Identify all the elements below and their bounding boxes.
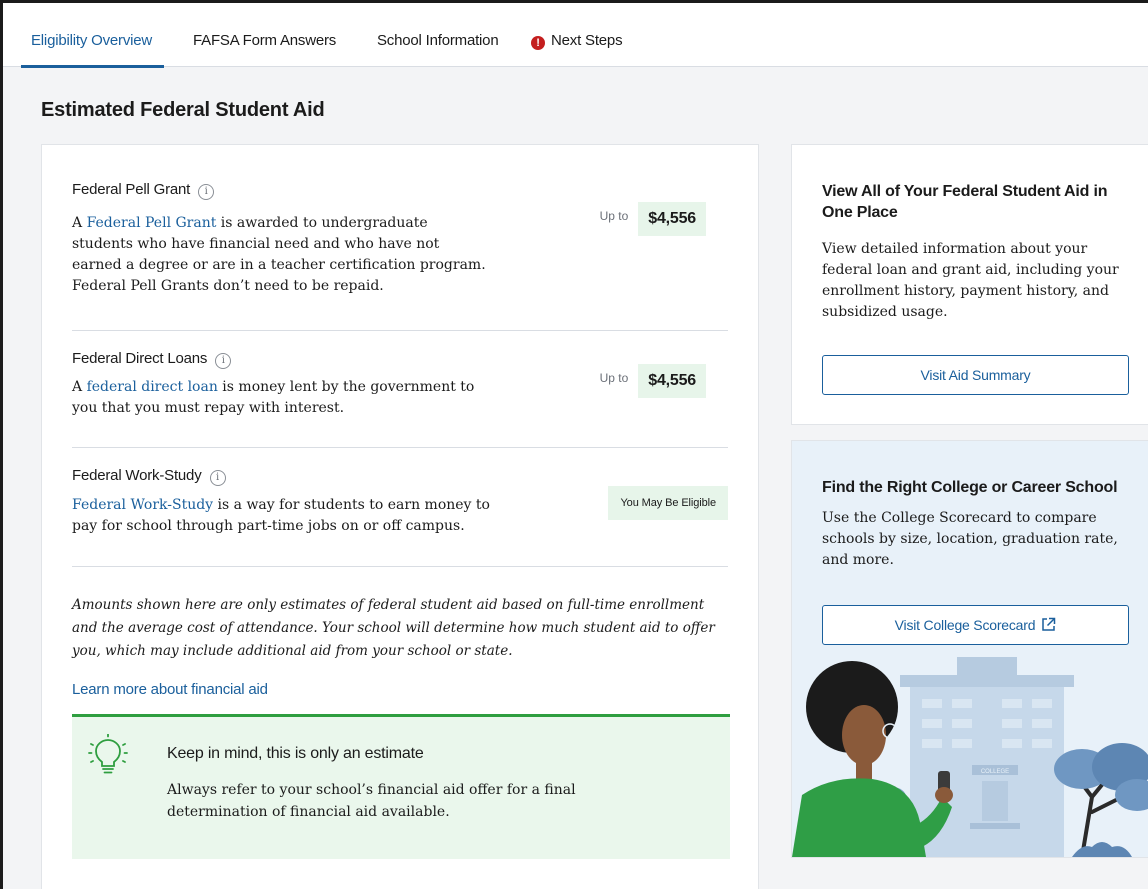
pell-grant-name: Federal Pell Grant <box>72 181 191 198</box>
pell-grant-link[interactable]: Federal Pell Grant <box>87 215 217 231</box>
aid-estimate-card: Federal Pell Grant i A Federal Pell Grant… <box>41 144 759 889</box>
tip-text: Always refer to your school’s financial … <box>167 782 576 820</box>
work-study-link[interactable]: Federal Work-Study <box>72 497 213 513</box>
tip-title: Keep in mind, this is only an estimate <box>167 745 424 762</box>
upto-label: Up to <box>599 209 629 223</box>
amount-value: $4,556 <box>638 202 706 236</box>
work-study-section: Federal Work-Study i Federal Work-Study i… <box>72 448 728 567</box>
estimate-disclaimer: Amounts shown here are only estimates of… <box>72 597 715 659</box>
visit-college-scorecard-button[interactable]: Visit College Scorecard <box>822 605 1129 645</box>
amount-value: $4,556 <box>638 364 706 398</box>
direct-loans-section: Federal Direct Loans i A federal direct l… <box>72 331 728 448</box>
app-frame: Eligibility Overview FAFSA Form Answers … <box>0 0 1148 889</box>
pell-grant-amount: Up to $4,556 <box>600 202 706 236</box>
upto-label: Up to <box>599 371 629 385</box>
direct-loans-amount: Up to $4,556 <box>600 364 706 398</box>
tab-fafsa-form-answers[interactable]: FAFSA Form Answers <box>193 3 336 67</box>
lightbulb-icon <box>88 734 128 774</box>
direct-loan-link[interactable]: federal direct loan <box>87 379 218 395</box>
pell-grant-title: Federal Pell Grant i <box>72 181 728 200</box>
pell-grant-section: Federal Pell Grant i A Federal Pell Grant… <box>72 181 728 331</box>
student-illustration: COLLEGE <box>792 657 1148 857</box>
exclamation-circle-icon: ! <box>531 36 545 50</box>
tab-next-steps[interactable]: ! Next Steps <box>531 3 623 67</box>
tab-label: School Information <box>377 32 499 49</box>
estimate-tip-box: Keep in mind, this is only an estimate A… <box>72 714 730 859</box>
direct-loans-description: A federal direct loan is money lent by t… <box>72 377 492 419</box>
info-icon[interactable]: i <box>198 184 215 200</box>
page-title: Estimated Federal Student Aid <box>41 99 325 121</box>
work-study-name: Federal Work-Study <box>72 467 202 484</box>
button-label: Visit College Scorecard <box>894 617 1036 633</box>
college-scorecard-card: Find the Right College or Career School … <box>791 440 1148 858</box>
tab-label: FAFSA Form Answers <box>193 32 337 49</box>
desc-text: A <box>72 215 87 231</box>
learn-more-link[interactable]: Learn more about financial aid <box>72 681 268 698</box>
work-study-title: Federal Work-Study i <box>72 467 728 486</box>
tab-bar: Eligibility Overview FAFSA Form Answers … <box>3 3 1148 68</box>
tab-school-information[interactable]: School Information <box>377 3 499 67</box>
info-icon[interactable]: i <box>209 470 226 486</box>
external-link-icon <box>1042 617 1056 631</box>
tab-eligibility-overview[interactable]: Eligibility Overview <box>20 3 165 68</box>
scorecard-text: Use the College Scorecard to compare sch… <box>822 510 1118 568</box>
scorecard-title: Find the Right College or Career School <box>822 479 1118 496</box>
info-icon[interactable]: i <box>215 353 232 369</box>
aid-summary-text: View detailed information about your fed… <box>822 241 1119 320</box>
aid-summary-card: View All of Your Federal Student Aid in … <box>791 144 1148 425</box>
aid-summary-title: View All of Your Federal Student Aid in … <box>822 183 1108 221</box>
work-study-description: Federal Work-Study is a way for students… <box>72 495 492 537</box>
visit-aid-summary-button[interactable]: Visit Aid Summary <box>822 355 1129 395</box>
tab-label: Eligibility Overview <box>31 32 153 49</box>
building-sign-text: COLLEGE <box>981 769 1009 775</box>
pell-grant-description: A Federal Pell Grant is awarded to under… <box>72 213 492 297</box>
direct-loans-name: Federal Direct Loans <box>72 350 208 367</box>
tab-label: Next Steps <box>551 32 623 49</box>
eligibility-badge: You May Be Eligible <box>608 486 728 520</box>
desc-text: A <box>72 379 87 395</box>
